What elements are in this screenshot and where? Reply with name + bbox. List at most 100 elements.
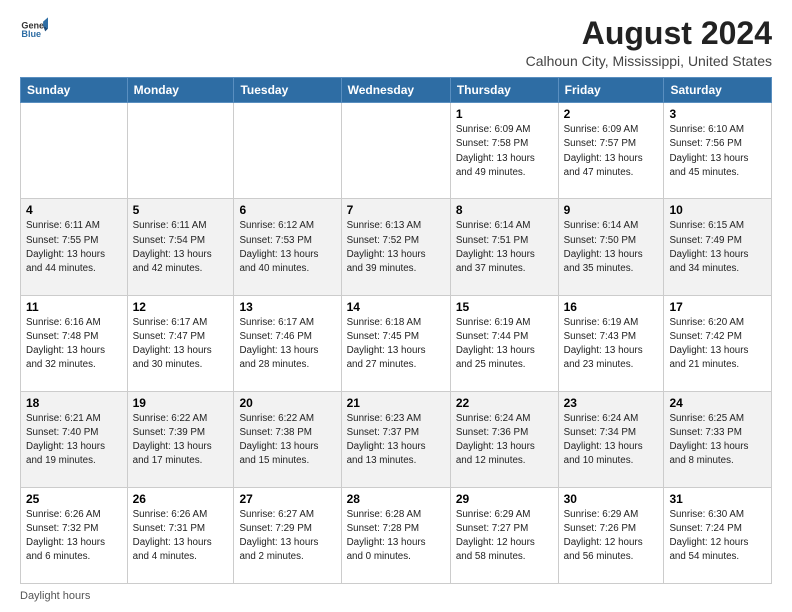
day-number: 12 — [133, 300, 229, 314]
calendar-cell: 15Sunrise: 6:19 AMSunset: 7:44 PMDayligh… — [450, 295, 558, 391]
calendar-cell: 19 Sunrise: 6:22 AMSunset: 7:39 PMDayligh… — [127, 391, 234, 487]
calendar-cell: 21 Sunrise: 6:23 AMSunset: 7:37 PMDayligh… — [341, 391, 450, 487]
day-info: Sunrise: 6:09 AMSunset: 7:57 PMDaylight:… — [564, 123, 659, 180]
calendar-header-saturday: Saturday — [664, 78, 772, 103]
calendar-header-monday: Monday — [127, 78, 234, 103]
day-number: 26 — [133, 492, 229, 506]
day-info: Sunrise: 6:22 AMSunset: 7:38 PMDaylight:… — [239, 412, 335, 469]
calendar-cell: 14 Sunrise: 6:18 AMSunset: 7:45 PMDayligh… — [341, 295, 450, 391]
day-info: Sunrise: 6:26 AMSunset: 7:31 PMDaylight:… — [133, 508, 229, 565]
day-number: 24 — [669, 396, 766, 410]
day-info: Sunrise: 6:26 AMSunset: 7:32 PMDaylight:… — [26, 508, 122, 565]
calendar-cell — [21, 103, 128, 199]
calendar-cell: 1Sunrise: 6:09 AMSunset: 7:58 PMDaylight… — [450, 103, 558, 199]
calendar-cell: 23 Sunrise: 6:24 AMSunset: 7:34 PMDayligh… — [558, 391, 664, 487]
day-number: 23 — [564, 396, 659, 410]
day-number: 4 — [26, 203, 122, 217]
day-number: 15 — [456, 300, 553, 314]
header: General Blue August 2024 Calhoun City, M… — [20, 16, 772, 69]
calendar-cell: 26 Sunrise: 6:26 AMSunset: 7:31 PMDayligh… — [127, 487, 234, 583]
calendar-cell: 12 Sunrise: 6:17 AMSunset: 7:47 PMDayligh… — [127, 295, 234, 391]
calendar-cell: 18 Sunrise: 6:21 AMSunset: 7:40 PMDayligh… — [21, 391, 128, 487]
day-info: Sunrise: 6:27 AMSunset: 7:29 PMDaylight:… — [239, 508, 335, 565]
day-number: 27 — [239, 492, 335, 506]
title-area: August 2024 Calhoun City, Mississippi, U… — [526, 16, 772, 69]
logo: General Blue — [20, 16, 48, 44]
calendar-cell: 30 Sunrise: 6:29 AMSunset: 7:26 PMDayligh… — [558, 487, 664, 583]
calendar-header-wednesday: Wednesday — [341, 78, 450, 103]
calendar-cell — [127, 103, 234, 199]
day-number: 2 — [564, 107, 659, 121]
day-info: Sunrise: 6:16 AMSunset: 7:48 PMDaylight:… — [26, 316, 122, 373]
calendar-cell: 24 Sunrise: 6:25 AMSunset: 7:33 PMDayligh… — [664, 391, 772, 487]
calendar-cell: 11 Sunrise: 6:16 AMSunset: 7:48 PMDayligh… — [21, 295, 128, 391]
calendar-cell — [234, 103, 341, 199]
day-info: Sunrise: 6:17 AMSunset: 7:47 PMDaylight:… — [133, 316, 229, 373]
page: General Blue August 2024 Calhoun City, M… — [0, 0, 792, 612]
day-number: 11 — [26, 300, 122, 314]
day-number: 21 — [347, 396, 445, 410]
day-number: 31 — [669, 492, 766, 506]
calendar-cell: 10 Sunrise: 6:15 AMSunset: 7:49 PMDayligh… — [664, 199, 772, 295]
day-info: Sunrise: 6:10 AMSunset: 7:56 PMDaylight:… — [669, 123, 766, 180]
day-number: 14 — [347, 300, 445, 314]
calendar-week-4: 25 Sunrise: 6:26 AMSunset: 7:32 PMDayligh… — [21, 487, 772, 583]
calendar-header-row: SundayMondayTuesdayWednesdayThursdayFrid… — [21, 78, 772, 103]
day-info: Sunrise: 6:15 AMSunset: 7:49 PMDaylight:… — [669, 219, 766, 276]
day-info: Sunrise: 6:18 AMSunset: 7:45 PMDaylight:… — [347, 316, 445, 373]
calendar-header-thursday: Thursday — [450, 78, 558, 103]
day-number: 19 — [133, 396, 229, 410]
calendar-table: SundayMondayTuesdayWednesdayThursdayFrid… — [20, 77, 772, 584]
day-info: Sunrise: 6:25 AMSunset: 7:33 PMDaylight:… — [669, 412, 766, 469]
calendar-cell: 13Sunrise: 6:17 AMSunset: 7:46 PMDayligh… — [234, 295, 341, 391]
day-number: 13 — [239, 300, 335, 314]
day-info: Sunrise: 6:22 AMSunset: 7:39 PMDaylight:… — [133, 412, 229, 469]
day-info: Sunrise: 6:30 AMSunset: 7:24 PMDaylight:… — [669, 508, 766, 565]
calendar-header-friday: Friday — [558, 78, 664, 103]
day-info: Sunrise: 6:11 AMSunset: 7:55 PMDaylight:… — [26, 219, 122, 276]
calendar-body: 1Sunrise: 6:09 AMSunset: 7:58 PMDaylight… — [21, 103, 772, 584]
calendar-cell: 5Sunrise: 6:11 AMSunset: 7:54 PMDaylight… — [127, 199, 234, 295]
day-info: Sunrise: 6:21 AMSunset: 7:40 PMDaylight:… — [26, 412, 122, 469]
calendar-cell: 8Sunrise: 6:14 AMSunset: 7:51 PMDaylight… — [450, 199, 558, 295]
day-number: 22 — [456, 396, 553, 410]
day-info: Sunrise: 6:11 AMSunset: 7:54 PMDaylight:… — [133, 219, 229, 276]
day-number: 29 — [456, 492, 553, 506]
calendar-cell — [341, 103, 450, 199]
day-info: Sunrise: 6:24 AMSunset: 7:36 PMDaylight:… — [456, 412, 553, 469]
logo-icon: General Blue — [20, 16, 48, 44]
day-info: Sunrise: 6:28 AMSunset: 7:28 PMDaylight:… — [347, 508, 445, 565]
calendar-cell: 28 Sunrise: 6:28 AMSunset: 7:28 PMDayligh… — [341, 487, 450, 583]
calendar-week-2: 11 Sunrise: 6:16 AMSunset: 7:48 PMDayligh… — [21, 295, 772, 391]
main-title: August 2024 — [526, 16, 772, 51]
calendar-cell: 27 Sunrise: 6:27 AMSunset: 7:29 PMDayligh… — [234, 487, 341, 583]
day-info: Sunrise: 6:09 AMSunset: 7:58 PMDaylight:… — [456, 123, 553, 180]
calendar-header-sunday: Sunday — [21, 78, 128, 103]
day-info: Sunrise: 6:14 AMSunset: 7:51 PMDaylight:… — [456, 219, 553, 276]
calendar-cell: 31 Sunrise: 6:30 AMSunset: 7:24 PMDayligh… — [664, 487, 772, 583]
svg-text:Blue: Blue — [21, 29, 41, 39]
day-info: Sunrise: 6:14 AMSunset: 7:50 PMDaylight:… — [564, 219, 659, 276]
day-number: 6 — [239, 203, 335, 217]
day-info: Sunrise: 6:20 AMSunset: 7:42 PMDaylight:… — [669, 316, 766, 373]
day-number: 25 — [26, 492, 122, 506]
day-info: Sunrise: 6:13 AMSunset: 7:52 PMDaylight:… — [347, 219, 445, 276]
calendar-cell: 3Sunrise: 6:10 AMSunset: 7:56 PMDaylight… — [664, 103, 772, 199]
calendar-cell: 7 Sunrise: 6:13 AMSunset: 7:52 PMDaylight… — [341, 199, 450, 295]
calendar-cell: 17Sunrise: 6:20 AMSunset: 7:42 PMDayligh… — [664, 295, 772, 391]
day-number: 30 — [564, 492, 659, 506]
day-number: 10 — [669, 203, 766, 217]
calendar-cell: 25 Sunrise: 6:26 AMSunset: 7:32 PMDayligh… — [21, 487, 128, 583]
calendar-week-1: 4 Sunrise: 6:11 AMSunset: 7:55 PMDaylight… — [21, 199, 772, 295]
day-info: Sunrise: 6:24 AMSunset: 7:34 PMDaylight:… — [564, 412, 659, 469]
day-info: Sunrise: 6:29 AMSunset: 7:26 PMDaylight:… — [564, 508, 659, 565]
calendar-week-0: 1Sunrise: 6:09 AMSunset: 7:58 PMDaylight… — [21, 103, 772, 199]
day-number: 18 — [26, 396, 122, 410]
footer-text: Daylight hours — [20, 590, 90, 602]
day-number: 9 — [564, 203, 659, 217]
day-number: 7 — [347, 203, 445, 217]
day-number: 16 — [564, 300, 659, 314]
day-number: 28 — [347, 492, 445, 506]
calendar-week-3: 18 Sunrise: 6:21 AMSunset: 7:40 PMDayligh… — [21, 391, 772, 487]
day-info: Sunrise: 6:23 AMSunset: 7:37 PMDaylight:… — [347, 412, 445, 469]
